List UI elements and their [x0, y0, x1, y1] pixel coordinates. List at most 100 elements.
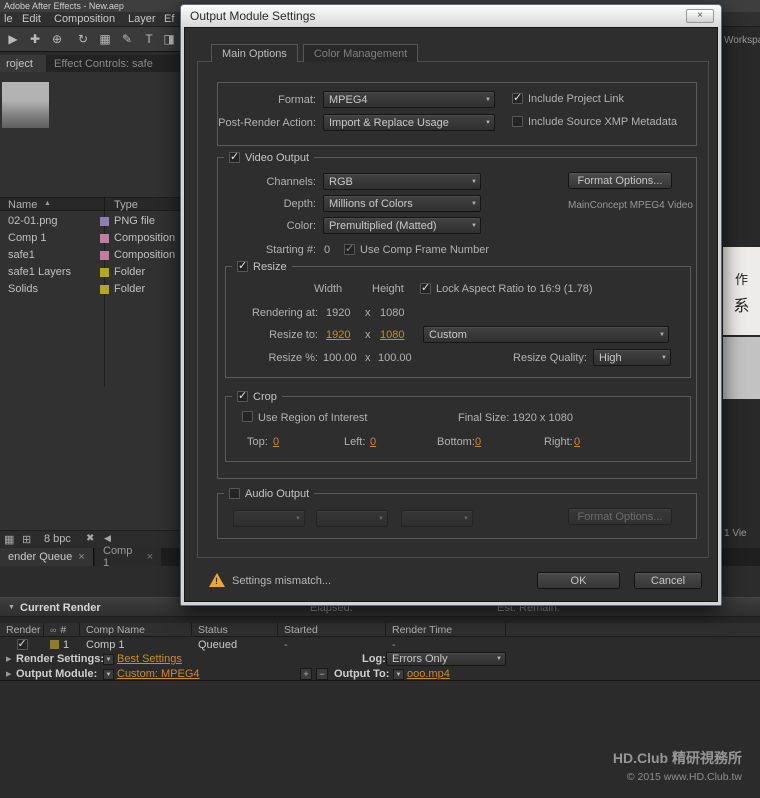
crop-checkbox[interactable] — [237, 391, 248, 402]
tab-color-management[interactable]: Color Management — [303, 44, 419, 62]
bit-depth-indicator[interactable]: 8 bpc — [44, 533, 71, 545]
column-type[interactable]: Type — [114, 199, 138, 211]
label-color-swatch[interactable] — [100, 234, 109, 243]
warning-icon: ! — [209, 573, 225, 587]
column-render-time[interactable]: Render Time — [386, 623, 506, 636]
format-options-button[interactable]: Format Options... — [568, 172, 672, 189]
audio-output-checkbox[interactable] — [229, 488, 240, 499]
format-dropdown[interactable]: MPEG4 ▼ — [323, 91, 495, 108]
project-item-row[interactable]: Solids Folder — [0, 281, 180, 298]
project-panel: Name ▲ Type 02-01.png PNG file Comp 1 Co… — [0, 72, 180, 530]
lock-aspect-checkbox[interactable] — [420, 283, 431, 294]
view-count-dropdown[interactable]: 1 Vie — [724, 528, 747, 539]
add-output-module-icon[interactable]: + — [300, 668, 312, 680]
hand-tool-icon[interactable]: ✚ — [26, 29, 44, 49]
column-render[interactable]: Render — [0, 623, 44, 636]
render-item-time: - — [386, 637, 506, 652]
menu-effect[interactable]: Ef — [164, 13, 174, 25]
output-module-menu-icon[interactable]: ▼ — [103, 669, 114, 680]
project-item-row[interactable]: safe1 Layers Folder — [0, 264, 180, 281]
depth-dropdown[interactable]: Millions of Colors ▼ — [323, 195, 481, 212]
label-color-swatch[interactable] — [100, 285, 109, 294]
shape-tool-icon[interactable]: ▦ — [96, 29, 114, 49]
menu-file[interactable]: le — [4, 13, 13, 25]
render-item-name: Comp 1 — [80, 637, 192, 652]
render-item-started: - — [278, 637, 386, 652]
label-color-swatch[interactable] — [100, 251, 109, 260]
render-settings-menu-icon[interactable]: ▼ — [103, 654, 114, 665]
column-number[interactable]: ∞ # — [44, 623, 80, 636]
cancel-button[interactable]: Cancel — [634, 572, 702, 589]
resize-preset-dropdown[interactable]: Custom ▼ — [423, 326, 669, 343]
resize-width-value[interactable]: 1920 — [326, 329, 350, 341]
tab-render-queue[interactable]: ender Queue × — [0, 548, 94, 566]
crop-bottom-value[interactable]: 0 — [475, 436, 481, 448]
output-to-value[interactable]: ooo.mp4 — [407, 668, 450, 680]
panel-tab-strip: roject Effect Controls: safe — [0, 55, 180, 72]
height-column-label: Height — [372, 283, 404, 295]
close-icon[interactable]: × — [78, 551, 84, 563]
panel-collapse-icon[interactable]: ◀ — [104, 533, 111, 544]
chevron-down-icon: ▼ — [496, 656, 502, 662]
render-settings-value[interactable]: Best Settings — [117, 653, 182, 665]
output-to-menu-icon[interactable]: ▼ — [393, 669, 404, 680]
video-output-checkbox[interactable] — [229, 152, 240, 163]
render-item-status: Queued — [192, 637, 278, 652]
tab-effect-controls[interactable]: Effect Controls: safe — [48, 55, 178, 72]
post-render-dropdown[interactable]: Import & Replace Usage ▼ — [323, 114, 495, 131]
rotate-tool-icon[interactable]: ↻ — [74, 29, 92, 49]
channels-dropdown[interactable]: RGB ▼ — [323, 173, 481, 190]
crop-top-value[interactable]: 0 — [273, 436, 279, 448]
render-item-checkbox[interactable] — [17, 639, 28, 650]
interpret-footage-icon[interactable]: ▦ — [4, 533, 14, 546]
new-folder-icon[interactable]: ⊞ — [22, 533, 31, 546]
column-status[interactable]: Status — [192, 623, 278, 636]
crop-right-value[interactable]: 0 — [574, 436, 580, 448]
trash-icon[interactable]: ✖ — [86, 533, 94, 544]
column-started[interactable]: Started — [278, 623, 386, 636]
label-color-swatch[interactable] — [50, 640, 59, 649]
render-queue-row[interactable]: 1 Comp 1 Queued - - — [0, 637, 760, 652]
dialog-title-bar[interactable]: Output Module Settings — [181, 5, 721, 27]
project-item-row[interactable]: safe1 Composition — [0, 247, 180, 264]
use-roi-checkbox[interactable] — [242, 411, 253, 422]
column-name[interactable]: Name — [8, 199, 37, 211]
log-dropdown[interactable]: Errors Only ▼ — [386, 652, 506, 666]
menu-edit[interactable]: Edit — [22, 13, 41, 25]
resize-height-value[interactable]: 1080 — [380, 329, 404, 341]
label-color-swatch[interactable] — [100, 217, 109, 226]
project-item-row[interactable]: Comp 1 Composition — [0, 230, 180, 247]
ok-button[interactable]: OK — [537, 572, 620, 589]
resize-checkbox[interactable] — [237, 261, 248, 272]
post-render-label: Post-Render Action: — [218, 117, 316, 129]
include-xmp-checkbox[interactable] — [512, 116, 523, 127]
output-module-value[interactable]: Custom: MPEG4 — [117, 668, 200, 680]
disclosure-icon[interactable]: ▶ — [6, 655, 11, 663]
chevron-down-icon: ▼ — [378, 516, 384, 522]
close-icon[interactable]: × — [147, 551, 153, 563]
project-item-row[interactable]: 02-01.png PNG file — [0, 213, 180, 230]
tab-comp-1[interactable]: Comp 1 × — [95, 548, 161, 566]
selection-tool-icon[interactable]: ▶ — [4, 29, 22, 49]
disclosure-icon[interactable]: ▶ — [6, 670, 11, 678]
mask-tool-icon[interactable]: ◨ — [160, 29, 178, 49]
remove-output-module-icon[interactable]: − — [316, 668, 328, 680]
tab-main-options[interactable]: Main Options — [211, 44, 298, 62]
pen-tool-icon[interactable]: ✎ — [118, 29, 136, 49]
column-comp-name[interactable]: Comp Name — [80, 623, 192, 636]
include-project-link-checkbox[interactable] — [512, 93, 523, 104]
dialog-close-button[interactable]: × — [686, 9, 714, 23]
collapse-icon[interactable]: ▼ — [8, 598, 15, 618]
label-color-swatch[interactable] — [100, 268, 109, 277]
zoom-tool-icon[interactable]: ⊕ — [48, 29, 66, 49]
resize-quality-dropdown[interactable]: High ▼ — [593, 349, 671, 366]
crop-left-value[interactable]: 0 — [370, 436, 376, 448]
menu-layer[interactable]: Layer — [128, 13, 156, 25]
workspace-menu[interactable]: Workspac — [724, 35, 760, 46]
dialog-body: Main Options Color Management Format: MP… — [184, 27, 718, 602]
color-dropdown[interactable]: Premultiplied (Matted) ▼ — [323, 217, 481, 234]
menu-composition[interactable]: Composition — [54, 13, 115, 25]
type-tool-icon[interactable]: T — [140, 29, 158, 49]
tab-project[interactable]: roject — [0, 55, 46, 72]
format-section: Format: MPEG4 ▼ Include Project Link Pos… — [217, 82, 697, 146]
